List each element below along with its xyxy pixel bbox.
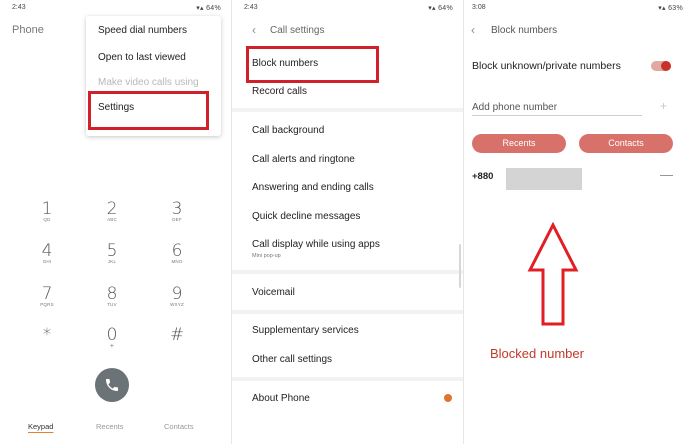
menu-item-video-calls: Make video calls using [98, 77, 199, 88]
key-7[interactable]: 7 PQRS [35, 285, 59, 307]
status-battery: ▾▴ 64% [196, 5, 221, 12]
call-button[interactable] [95, 368, 129, 402]
key-star[interactable]: * [35, 326, 59, 344]
status-time: 3:08 [472, 4, 486, 11]
setting-voicemail[interactable]: Voicemail [252, 287, 295, 298]
status-bar: 2:43 ▾▴ 64% [0, 4, 231, 16]
wifi-signal-icon: ▾▴ [428, 5, 439, 12]
settings-highlight-box [88, 91, 209, 130]
section-divider [232, 108, 463, 112]
minus-icon[interactable]: — [660, 167, 673, 182]
status-battery: ▾▴ 63% [658, 5, 683, 12]
setting-answering-ending[interactable]: Answering and ending calls [252, 182, 374, 193]
status-bar: 2:43 ▾▴ 64% [232, 4, 463, 16]
scrollbar[interactable] [459, 244, 461, 288]
key-8[interactable]: 8 TUV [100, 285, 124, 307]
page-title: Call settings [270, 25, 325, 36]
setting-call-alerts[interactable]: Call alerts and ringtone [252, 154, 355, 165]
section-divider [232, 377, 463, 381]
block-unknown-label: Block unknown/private numbers [472, 60, 621, 72]
block-numbers-screen: 3:08 ▾▴ 63% ‹ Block numbers Block unknow… [464, 0, 693, 444]
arrow-up-icon [527, 222, 579, 326]
menu-item-open-last-viewed[interactable]: Open to last viewed [98, 52, 186, 63]
key-2[interactable]: 2 ABC [100, 200, 124, 222]
key-hash[interactable]: # [165, 326, 189, 344]
section-divider [232, 310, 463, 314]
contacts-button[interactable]: Contacts [579, 134, 673, 153]
phone-keypad-screen: 2:43 ▾▴ 64% Phone Speed dial numbers Ope… [0, 0, 231, 444]
tab-contacts[interactable]: Contacts [164, 422, 194, 431]
add-phone-number-input[interactable] [472, 100, 642, 116]
menu-item-speed-dial[interactable]: Speed dial numbers [98, 25, 187, 36]
plus-icon[interactable]: + [660, 99, 667, 113]
block-unknown-toggle[interactable] [651, 61, 671, 71]
status-bar: 3:08 ▾▴ 63% [464, 4, 693, 16]
chevron-left-icon[interactable]: ‹ [471, 23, 475, 37]
call-settings-screen: 2:43 ▾▴ 64% ‹ Call settings Block number… [232, 0, 463, 444]
tab-keypad[interactable]: Keypad [28, 422, 53, 431]
status-time: 2:43 [244, 4, 258, 11]
key-9[interactable]: 9 WXYZ [165, 285, 189, 307]
wifi-signal-icon: ▾▴ [658, 5, 669, 12]
blocked-number-prefix: +880 [472, 171, 494, 182]
setting-record-calls[interactable]: Record calls [252, 86, 307, 97]
key-5[interactable]: 5 JKL [100, 242, 124, 264]
key-3[interactable]: 3 DEF [165, 200, 189, 222]
wifi-signal-icon: ▾▴ [196, 5, 207, 12]
status-time: 2:43 [12, 4, 26, 11]
page-title: Block numbers [491, 25, 558, 36]
blocked-number-caption: Blocked number [490, 346, 584, 361]
tab-recents[interactable]: Recents [96, 422, 124, 431]
key-4[interactable]: 4 GHI [35, 242, 59, 264]
setting-about-phone[interactable]: About Phone [252, 393, 310, 404]
key-6[interactable]: 6 MNO [165, 242, 189, 264]
update-badge [444, 394, 452, 402]
recents-button[interactable]: Recents [472, 134, 566, 153]
setting-call-display-sub: Mini pop-up [252, 253, 281, 259]
status-battery: ▾▴ 64% [428, 5, 453, 12]
setting-quick-decline[interactable]: Quick decline messages [252, 211, 360, 222]
section-divider [232, 270, 463, 274]
setting-other[interactable]: Other call settings [252, 354, 332, 365]
setting-call-background[interactable]: Call background [252, 125, 324, 136]
setting-supplementary[interactable]: Supplementary services [252, 325, 359, 336]
key-1[interactable]: 1 QD [35, 200, 59, 222]
phone-handset-icon [106, 379, 118, 391]
redacted-number-block [506, 168, 582, 190]
app-title: Phone [12, 24, 44, 36]
key-0[interactable]: 0 + [100, 326, 124, 350]
setting-call-display[interactable]: Call display while using apps [252, 239, 380, 250]
block-numbers-highlight-box [246, 46, 379, 83]
chevron-left-icon[interactable]: ‹ [252, 23, 256, 37]
